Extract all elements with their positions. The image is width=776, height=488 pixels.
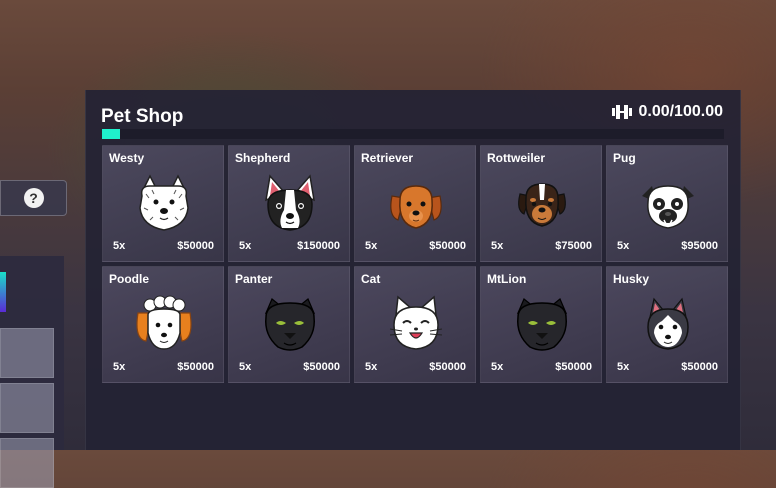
- weight-bar-fill: [102, 129, 120, 139]
- pet-price: $50000: [177, 361, 214, 373]
- pet-card-pug[interactable]: Pug 5x $95000: [606, 145, 728, 262]
- poodle-icon: [136, 295, 192, 350]
- retriever-icon: [390, 185, 442, 229]
- pet-price: $95000: [681, 240, 718, 252]
- pet-price: $50000: [177, 240, 214, 252]
- westy-icon: [139, 174, 189, 231]
- pet-qty: 5x: [365, 361, 378, 373]
- pet-qty: 5x: [365, 240, 378, 252]
- weight-bar: [102, 129, 724, 139]
- pet-name: Rottweiler: [487, 151, 546, 165]
- cat-icon: [389, 295, 443, 350]
- pet-name: Pug: [613, 151, 636, 165]
- pet-card-panter[interactable]: Panter 5x $50000: [228, 266, 350, 383]
- pet-price: $50000: [429, 361, 466, 373]
- rottweiler-icon: [518, 183, 566, 227]
- pet-qty: 5x: [113, 240, 126, 252]
- weight-icon: [612, 105, 633, 119]
- panther-icon: [264, 298, 316, 351]
- weight-display: 0.00/100.00: [612, 103, 723, 121]
- shop-title: Pet Shop: [101, 106, 184, 127]
- pet-qty: 5x: [491, 240, 504, 252]
- help-icon: ?: [23, 188, 44, 208]
- side-slot[interactable]: [0, 438, 54, 488]
- pet-card-poodle[interactable]: Poodle 5x $50000: [102, 266, 224, 383]
- side-slot[interactable]: [0, 328, 54, 378]
- pet-card-cat[interactable]: Cat 5x $50000: [354, 266, 476, 383]
- pet-name: MtLion: [487, 272, 527, 286]
- mtlion-icon: [516, 298, 568, 351]
- pet-qty: 5x: [617, 240, 630, 252]
- pet-name: Poodle: [109, 272, 150, 286]
- pet-card-westy[interactable]: Westy 5x $50000: [102, 145, 224, 262]
- husky-icon: [647, 297, 689, 350]
- pet-qty: 5x: [113, 361, 126, 373]
- pet-qty: 5x: [617, 361, 630, 373]
- pet-name: Retriever: [361, 151, 414, 165]
- pet-name: Westy: [109, 151, 145, 165]
- pet-price: $50000: [555, 361, 592, 373]
- pet-qty: 5x: [239, 361, 252, 373]
- pet-card-rottweiler[interactable]: Rottweiler 5x $75000: [480, 145, 602, 262]
- pet-name: Shepherd: [235, 151, 291, 165]
- help-button[interactable]: ?: [0, 180, 67, 216]
- pet-price: $150000: [297, 240, 340, 252]
- pet-name: Panter: [235, 272, 273, 286]
- side-slot[interactable]: [0, 383, 54, 433]
- pet-name: Cat: [361, 272, 381, 286]
- weight-text: 0.00/100.00: [638, 103, 723, 120]
- pet-qty: 5x: [491, 361, 504, 373]
- pet-card-husky[interactable]: Husky 5x $50000: [606, 266, 728, 383]
- pet-qty: 5x: [239, 240, 252, 252]
- pet-card-retriever[interactable]: Retriever 5x $50000: [354, 145, 476, 262]
- pet-price: $50000: [429, 240, 466, 252]
- pet-card-shepherd[interactable]: Shepherd 5x $150000: [228, 145, 350, 262]
- pet-grid: Westy 5x $50000 Shepherd 5x $150000 Retr…: [102, 145, 728, 383]
- pet-card-mtlion[interactable]: MtLion 5x $50000: [480, 266, 602, 383]
- pet-price: $50000: [681, 361, 718, 373]
- shepherd-icon: [265, 174, 315, 231]
- pet-name: Husky: [613, 272, 650, 286]
- pug-icon: [642, 185, 694, 229]
- pet-shop-window: Pet Shop 0.00/100.00 Westy 5x $50000 She…: [85, 90, 741, 450]
- pet-price: $50000: [303, 361, 340, 373]
- background-accent-stripe: [0, 272, 6, 312]
- pet-price: $75000: [555, 240, 592, 252]
